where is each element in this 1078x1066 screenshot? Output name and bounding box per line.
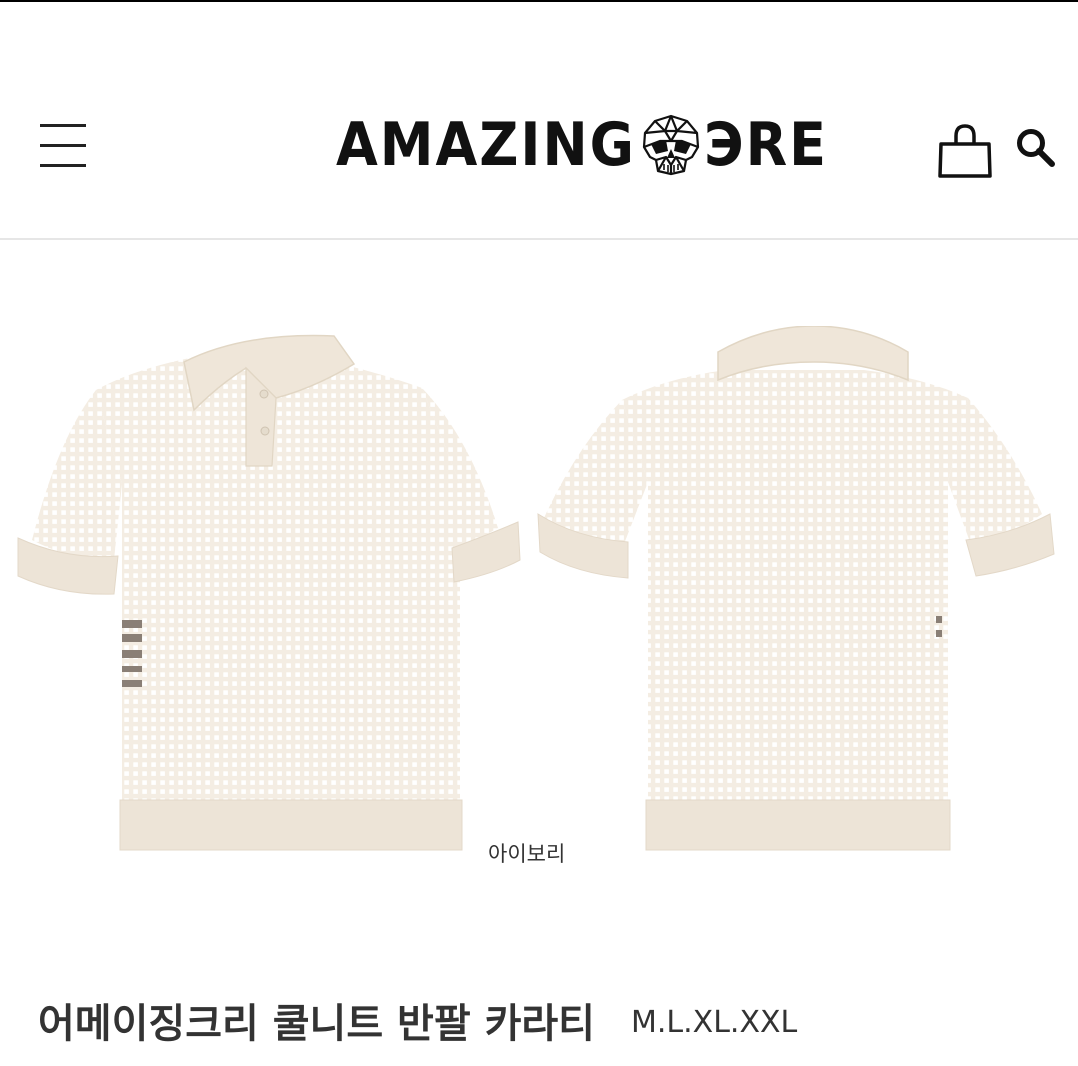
product-image-back[interactable]	[536, 326, 1058, 853]
search-icon[interactable]	[1014, 126, 1058, 170]
logo-text-left: AMAZING	[336, 110, 636, 180]
site-header: AMAZING ЭRE	[0, 2, 1078, 240]
product-image-front[interactable]	[14, 328, 524, 853]
shopping-bag-icon[interactable]	[936, 122, 994, 182]
product-sizes: M.L.XL.XXL	[630, 1004, 798, 1040]
product-title-row: 어메이징크리 쿨니트 반팔 카라티 M.L.XL.XXL	[38, 985, 1058, 1055]
hamburger-menu-icon[interactable]	[36, 122, 90, 172]
color-label: 아이보리	[488, 842, 566, 866]
skull-logo-icon	[642, 114, 700, 176]
product-area: 아이보리	[0, 240, 1078, 980]
logo-text-right: ЭRE	[703, 110, 829, 180]
product-name: 어메이징크리 쿨니트 반팔 카라티	[38, 1001, 595, 1047]
brand-logo[interactable]: AMAZING ЭRE	[336, 110, 828, 180]
